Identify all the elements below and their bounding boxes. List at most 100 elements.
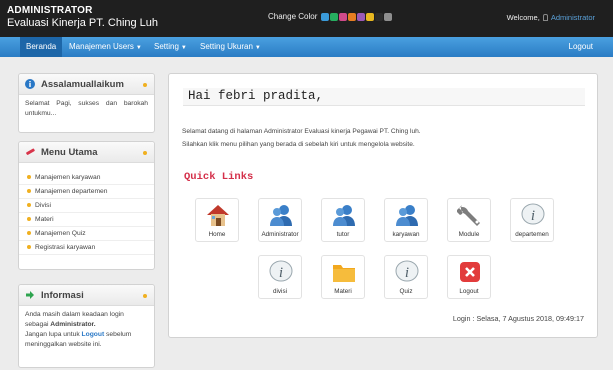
main-menu-panel: Menu Utama Manajemen karyawan Manajemen … xyxy=(18,141,155,270)
greeting-panel: Assalamuallaikum Selamat Pagi, sukses da… xyxy=(18,73,155,133)
quick-link-label: departemen xyxy=(515,231,549,238)
bullet-icon xyxy=(27,203,31,208)
menu-item-label: Divisi xyxy=(35,202,51,209)
info-icon xyxy=(25,79,35,89)
bullet-icon xyxy=(27,245,31,250)
welcome-label: Welcome, xyxy=(506,13,540,22)
info-line: Jangan lupa untuk Logout sebelum xyxy=(25,330,148,340)
chevron-down-icon: ▼ xyxy=(180,45,187,51)
main-nav: Beranda Manajemen Users ▼ Setting ▼ Settin… xyxy=(0,37,613,57)
info-text-part: Jangan lupa untuk xyxy=(25,331,80,338)
color-swatch-blue[interactable] xyxy=(321,12,330,21)
quick-link-departemen[interactable]: i departemen xyxy=(510,198,554,242)
nav-beranda-label: Beranda xyxy=(26,42,57,51)
menu-item-divisi[interactable]: Divisi xyxy=(19,199,154,213)
menu-list: Manajemen karyawan Manajemen departemen … xyxy=(19,163,154,255)
change-color: Change Color xyxy=(268,12,393,21)
info-logout-link[interactable]: Logout xyxy=(82,331,105,338)
panel-title: Menu Utama xyxy=(41,147,98,158)
nav-logout-label: Logout xyxy=(568,42,593,51)
color-swatch-pink[interactable] xyxy=(339,12,348,21)
info-line: sebagai Administrator. xyxy=(25,320,148,330)
menu-item-materi[interactable]: Materi xyxy=(19,213,154,227)
nav-setting[interactable]: Setting ▼ xyxy=(148,37,193,57)
quick-link-logout[interactable]: Logout xyxy=(447,255,491,299)
info-role: Administrator. xyxy=(50,321,96,328)
arrow-right-icon xyxy=(26,291,34,299)
info-icon: i xyxy=(521,203,545,225)
color-swatch-gray[interactable] xyxy=(384,12,393,21)
quick-link-quiz[interactable]: i Quiz xyxy=(384,255,428,299)
users-icon xyxy=(396,205,418,226)
panel-header: Menu Utama xyxy=(19,142,154,163)
quick-link-materi[interactable]: Materi xyxy=(321,255,365,299)
brand-role: ADMINISTRATOR xyxy=(7,5,93,16)
info-icon: i xyxy=(269,260,293,282)
quick-link-label: Quiz xyxy=(399,288,413,295)
color-swatch-purple[interactable] xyxy=(357,12,366,21)
quick-link-label: tutor xyxy=(336,231,350,238)
app-title: Evaluasi Kinerja PT. Ching Luh xyxy=(7,17,159,29)
nav-beranda[interactable]: Beranda xyxy=(20,37,63,57)
color-swatch-orange[interactable] xyxy=(348,12,357,21)
collapse-dot-icon[interactable] xyxy=(143,151,147,155)
wrench-icon xyxy=(457,205,480,226)
color-swatch-black[interactable] xyxy=(375,12,384,21)
nav-manajemen-users[interactable]: Manajemen Users ▼ xyxy=(63,37,148,57)
menu-item-manajemen-quiz[interactable]: Manajemen Quiz xyxy=(19,227,154,241)
quick-link-label: Module xyxy=(458,231,480,238)
quick-link-label: divisi xyxy=(273,288,287,295)
menu-item-manajemen-karyawan[interactable]: Manajemen karyawan xyxy=(19,171,154,185)
panel-header: Informasi xyxy=(19,285,154,306)
quick-link-home[interactable]: Home xyxy=(195,198,239,242)
quick-link-label: Materi xyxy=(334,288,352,295)
bullet-icon xyxy=(27,217,31,222)
quick-link-label: Home xyxy=(208,231,226,238)
info-line: meninggalkan website ini. xyxy=(25,341,102,348)
panel-header: Assalamuallaikum xyxy=(19,74,154,95)
menu-item-label: Manajemen karyawan xyxy=(35,174,101,181)
welcome-area: Welcome, Administrator xyxy=(507,13,595,22)
menu-item-label: Materi xyxy=(35,216,54,223)
menu-item-label: Registrasi karyawan xyxy=(35,244,96,251)
menu-item-label: Manajemen Quiz xyxy=(35,230,86,237)
nav-manajemen-users-label: Manajemen Users xyxy=(69,42,134,51)
folder-icon xyxy=(333,265,355,282)
nav-setting-ukuran[interactable]: Setting Ukuran ▼ xyxy=(194,37,267,57)
nav-logout[interactable]: Logout xyxy=(563,37,599,57)
info-panel: Informasi Anda masih dalam keadaan login… xyxy=(18,284,155,368)
pencil-icon xyxy=(26,148,35,155)
quick-link-module[interactable]: Module xyxy=(447,198,491,242)
color-swatch-yellow[interactable] xyxy=(366,12,375,21)
intro-line-1: Selamat datang di halaman Administrator … xyxy=(182,128,421,135)
quick-link-divisi[interactable]: i divisi xyxy=(258,255,302,299)
menu-item-label: Manajemen departemen xyxy=(35,188,108,195)
quick-link-administrator[interactable]: Administrator xyxy=(258,198,302,242)
svg-text:i: i xyxy=(531,208,535,224)
user-link[interactable]: Administrator xyxy=(551,13,595,22)
bullet-icon xyxy=(27,231,31,236)
info-text-part: sebagai xyxy=(25,321,49,328)
login-timestamp: Login : Selasa, 7 Agustus 2018, 09:49:17 xyxy=(452,314,584,323)
users-icon xyxy=(333,205,355,226)
top-header: ADMINISTRATOR Evaluasi Kinerja PT. Ching… xyxy=(0,0,613,37)
panel-title: Informasi xyxy=(41,290,84,301)
quick-link-label: Administrator xyxy=(261,231,299,238)
color-swatch-green[interactable] xyxy=(330,12,339,21)
greeting-text: Selamat Pagi, sukses dan barokah untukmu… xyxy=(25,100,148,117)
info-text-part: sebelum xyxy=(106,331,132,338)
quick-link-karyawan[interactable]: karyawan xyxy=(384,198,428,242)
info-icon: i xyxy=(395,260,419,282)
change-color-label: Change Color xyxy=(268,12,318,21)
intro-line-2: Silahkan klik menu pilihan yang berada d… xyxy=(182,141,415,148)
menu-item-registrasi-karyawan[interactable]: Registrasi karyawan xyxy=(19,241,154,255)
menu-item-manajemen-departemen[interactable]: Manajemen departemen xyxy=(19,185,154,199)
svg-text:i: i xyxy=(279,265,283,281)
quick-link-label: karyawan xyxy=(392,231,420,238)
quick-link-tutor[interactable]: tutor xyxy=(321,198,365,242)
info-text: Anda masih dalam keadaan login sebagai A… xyxy=(19,306,154,354)
collapse-dot-icon[interactable] xyxy=(143,294,147,298)
collapse-dot-icon[interactable] xyxy=(143,83,147,87)
quick-link-label: Logout xyxy=(459,288,479,295)
bullet-icon xyxy=(27,189,31,194)
